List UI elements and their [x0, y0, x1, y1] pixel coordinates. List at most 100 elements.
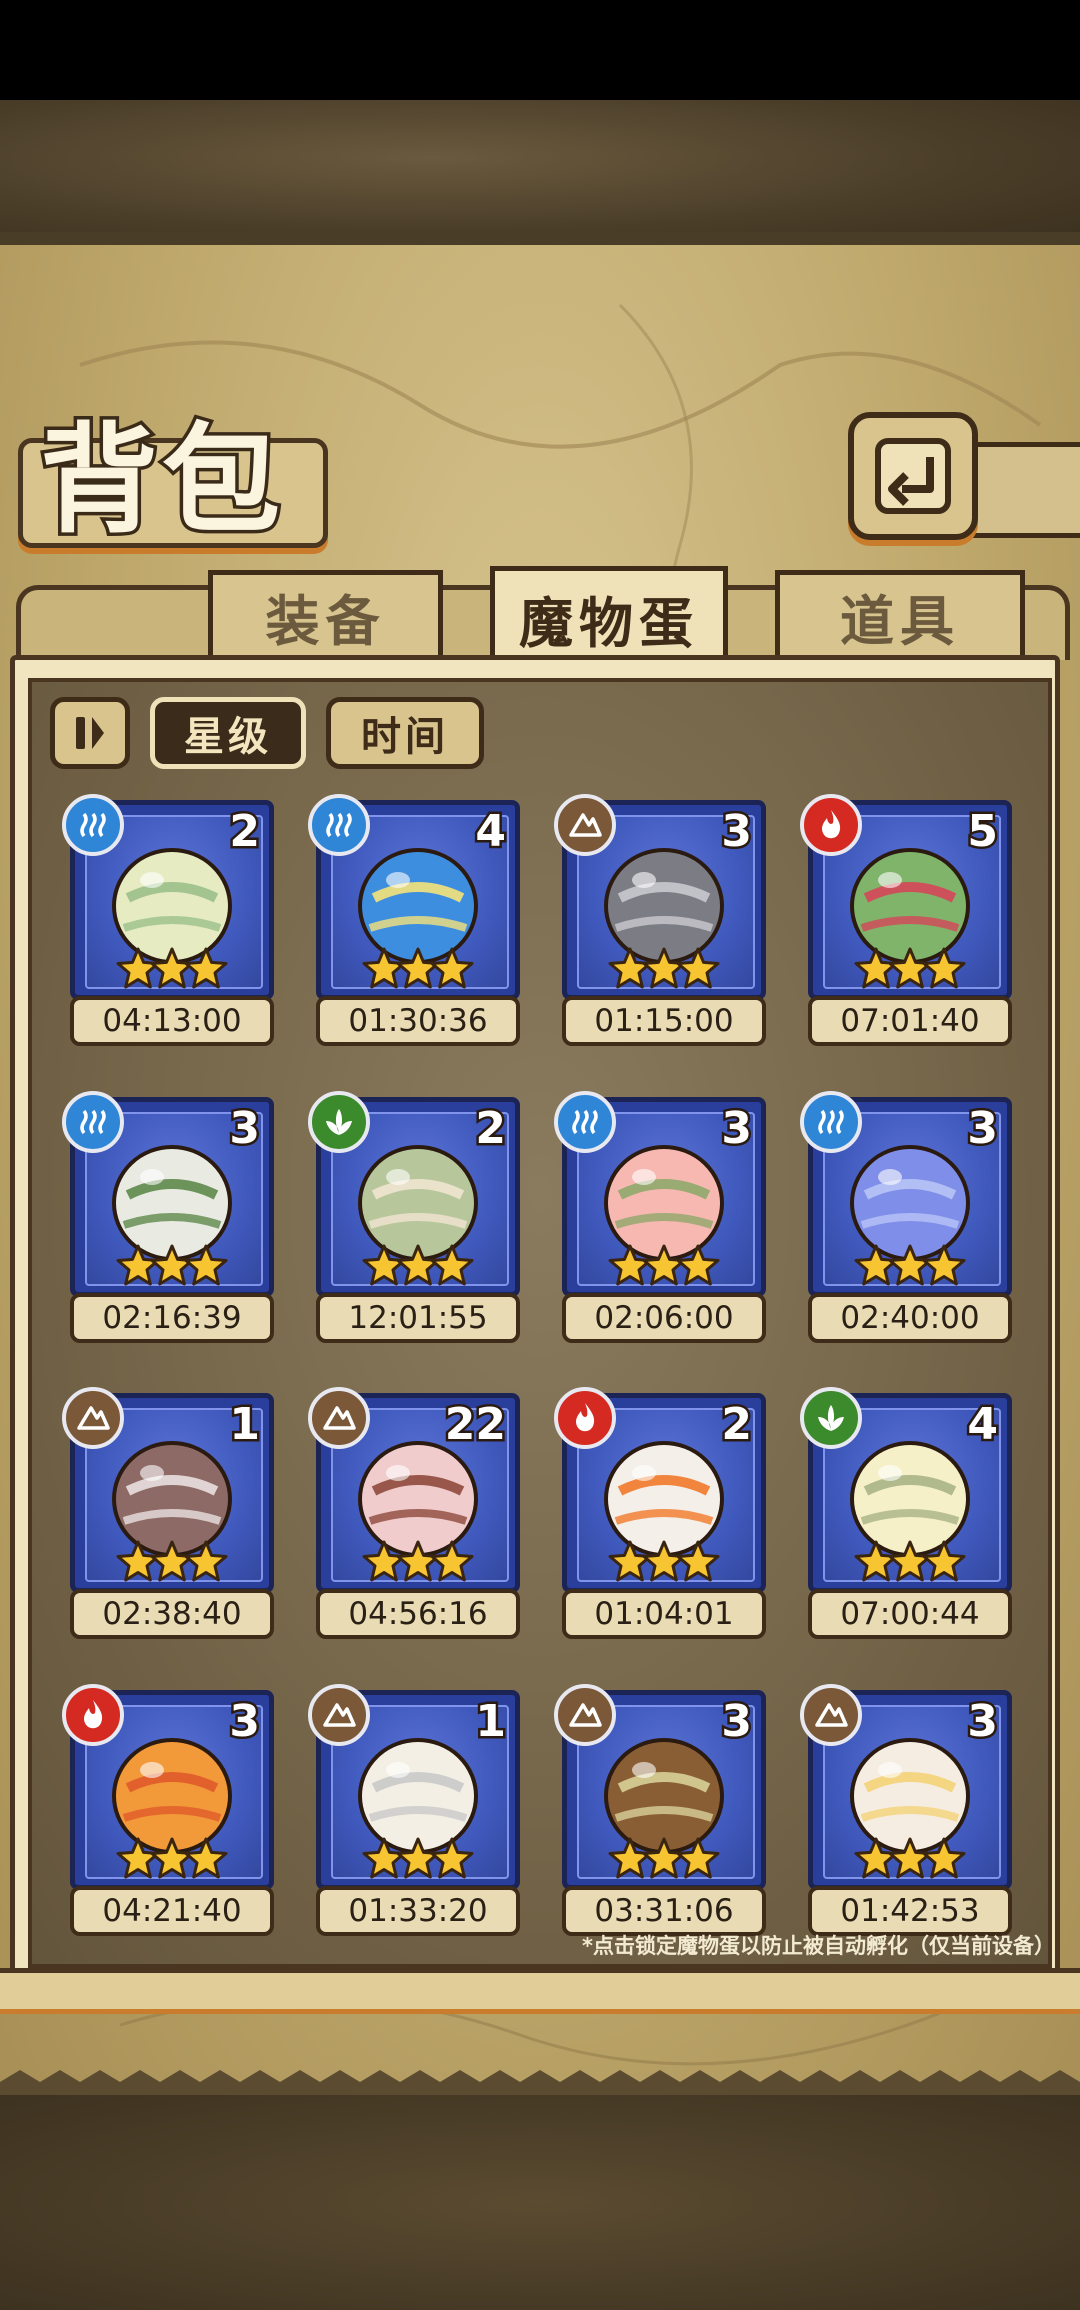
- star-rating: [854, 947, 966, 989]
- star-icon: [396, 1540, 440, 1582]
- star-icon: [922, 1540, 966, 1582]
- hatch-timer: 07:01:40: [808, 996, 1012, 1046]
- star-icon: [854, 947, 898, 989]
- element-badge: [62, 1387, 124, 1449]
- star-rating: [116, 947, 228, 989]
- star-icon: [642, 947, 686, 989]
- star-icon: [854, 1540, 898, 1582]
- earth-element-icon: [323, 1703, 356, 1727]
- back-button[interactable]: [848, 412, 978, 540]
- tab-equipment[interactable]: 装备: [208, 570, 443, 662]
- star-icon: [150, 947, 194, 989]
- egg-card[interactable]: 2 01:04:01: [554, 1387, 766, 1639]
- star-icon: [150, 1540, 194, 1582]
- star-rating: [854, 1837, 966, 1879]
- egg-count: 3: [719, 1101, 755, 1157]
- star-icon: [116, 947, 160, 989]
- hatch-timer: 01:04:01: [562, 1589, 766, 1639]
- star-icon: [888, 947, 932, 989]
- element-badge: [554, 794, 616, 856]
- sort-by-time-label: 时间: [361, 713, 449, 760]
- star-icon: [642, 1244, 686, 1286]
- egg-card[interactable]: 3 04:21:40: [62, 1684, 274, 1936]
- element-badge: [800, 794, 862, 856]
- hatch-timer: 07:00:44: [808, 1589, 1012, 1639]
- star-rating: [362, 1244, 474, 1286]
- nature-element-icon: [818, 1405, 844, 1431]
- egg-card[interactable]: 3 01:42:53: [800, 1684, 1012, 1936]
- star-icon: [184, 1837, 228, 1879]
- egg-card[interactable]: 3 02:40:00: [800, 1091, 1012, 1343]
- star-rating: [854, 1540, 966, 1582]
- star-icon: [608, 1244, 652, 1286]
- egg-count: 4: [965, 1397, 1001, 1453]
- hatch-timer: 04:21:40: [70, 1886, 274, 1936]
- hatch-timer: 04:13:00: [70, 996, 274, 1046]
- egg-card[interactable]: 3 01:15:00: [554, 794, 766, 1046]
- egg-card[interactable]: 2 04:13:00: [62, 794, 274, 1046]
- star-icon: [608, 947, 652, 989]
- egg-count: 5: [965, 804, 1001, 860]
- star-icon: [362, 947, 406, 989]
- egg-count: 2: [473, 1101, 509, 1157]
- star-icon: [642, 1540, 686, 1582]
- egg-card[interactable]: 3 02:16:39: [62, 1091, 274, 1343]
- egg-card[interactable]: 3 02:06:00: [554, 1091, 766, 1343]
- element-badge: [62, 794, 124, 856]
- star-rating: [362, 1540, 474, 1582]
- pause-button[interactable]: [50, 697, 130, 769]
- sort-by-time-button[interactable]: 时间: [326, 697, 484, 769]
- page-title: 背包: [37, 407, 285, 553]
- egg-card[interactable]: 22 04:56:16: [308, 1387, 520, 1639]
- star-icon: [150, 1837, 194, 1879]
- egg-card[interactable]: 1 02:38:40: [62, 1387, 274, 1639]
- back-arrow-icon: [875, 438, 951, 514]
- egg-card[interactable]: 1 01:33:20: [308, 1684, 520, 1936]
- star-icon: [396, 947, 440, 989]
- earth-element-icon: [815, 1703, 848, 1727]
- star-icon: [430, 1837, 474, 1879]
- star-icon: [184, 1244, 228, 1286]
- element-badge: [554, 1387, 616, 1449]
- star-rating: [362, 947, 474, 989]
- egg-card[interactable]: 2 12:01:55: [308, 1091, 520, 1343]
- egg-count: 4: [473, 804, 509, 860]
- element-badge: [800, 1091, 862, 1153]
- element-badge: [554, 1684, 616, 1746]
- hatch-timer: 02:40:00: [808, 1293, 1012, 1343]
- egg-card[interactable]: 4 07:00:44: [800, 1387, 1012, 1639]
- hatch-timer: 02:38:40: [70, 1589, 274, 1639]
- star-icon: [396, 1837, 440, 1879]
- element-badge: [308, 1684, 370, 1746]
- egg-card[interactable]: 5 07:01:40: [800, 794, 1012, 1046]
- status-bar: [0, 0, 1080, 100]
- tab-items[interactable]: 道具: [775, 570, 1025, 662]
- lock-hint: *点击锁定魔物蛋以防止被自动孵化（仅当前设备）: [582, 1934, 1055, 1958]
- star-icon: [888, 1837, 932, 1879]
- hatch-timer: 01:30:36: [316, 996, 520, 1046]
- fire-element-icon: [576, 1403, 595, 1432]
- map-background-top: [0, 100, 1080, 245]
- star-icon: [362, 1837, 406, 1879]
- hatch-timer: 02:06:00: [562, 1293, 766, 1343]
- water-element-icon: [80, 1109, 106, 1135]
- star-icon: [430, 1244, 474, 1286]
- hatch-timer: 12:01:55: [316, 1293, 520, 1343]
- egg-card[interactable]: 3 03:31:06: [554, 1684, 766, 1936]
- element-badge: [308, 1091, 370, 1153]
- star-icon: [888, 1244, 932, 1286]
- panel-bottom-rail: [0, 1968, 1080, 2014]
- star-icon: [922, 1244, 966, 1286]
- water-element-icon: [326, 812, 352, 838]
- water-element-icon: [80, 812, 106, 838]
- egg-card[interactable]: 4 01:30:36: [308, 794, 520, 1046]
- hatch-timer: 04:56:16: [316, 1589, 520, 1639]
- star-rating: [116, 1837, 228, 1879]
- sort-by-star-button[interactable]: 星级: [150, 697, 306, 769]
- hatch-timer: 03:31:06: [562, 1886, 766, 1936]
- egg-count: 1: [473, 1694, 509, 1750]
- star-icon: [362, 1244, 406, 1286]
- map-background-bottom: [0, 2095, 1080, 2310]
- hatch-timer: 02:16:39: [70, 1293, 274, 1343]
- egg-count: 3: [227, 1694, 263, 1750]
